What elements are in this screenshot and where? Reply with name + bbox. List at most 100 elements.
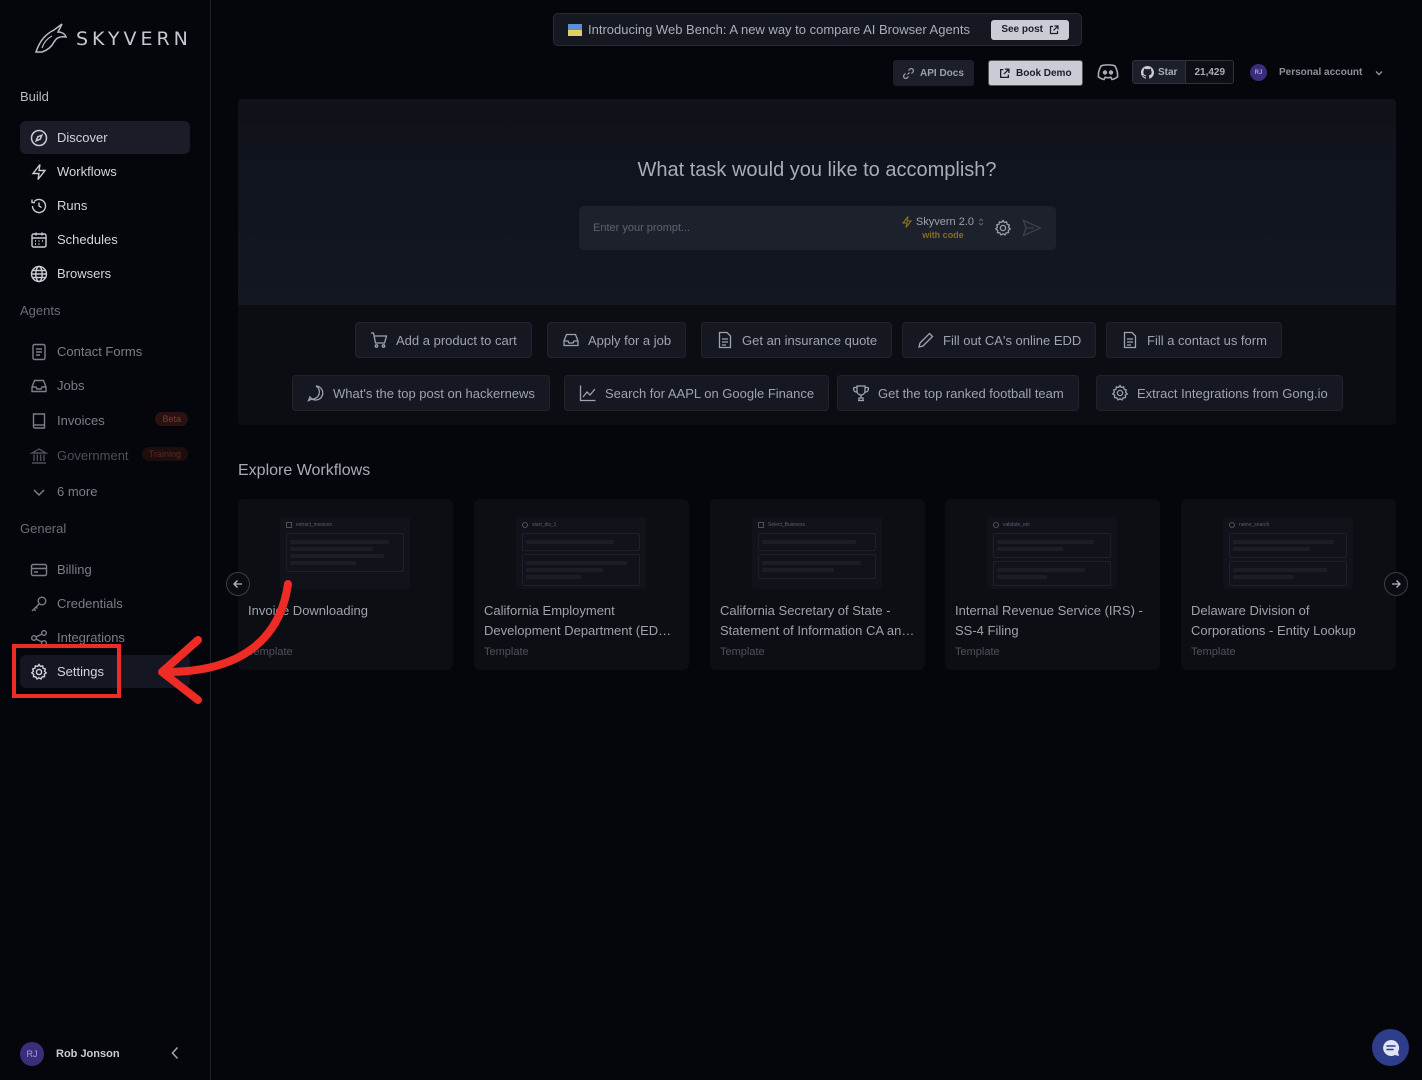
chat-support-button[interactable] [1372,1029,1409,1066]
carousel-next-button[interactable] [1384,572,1408,596]
sidebar-item-schedules[interactable]: Schedules [20,223,190,256]
workflow-card-irs[interactable]: validate_ein Internal Revenue Service (I… [945,499,1160,670]
chevron-down-icon [1374,68,1384,78]
avatar: RJ [1250,64,1267,81]
history-icon [30,197,48,215]
announcement-banner[interactable]: Introducing Web Bench: A new way to comp… [553,13,1082,46]
sidebar-item-label: Workflows [57,164,117,179]
workflow-card-ca-edd[interactable]: start_dis_1 California Employment Develop… [474,499,689,670]
see-post-label: See post [1001,24,1043,35]
user-name: Rob Jonson [56,1048,120,1060]
workflow-card-invoice[interactable]: extract_invoices Invoice Downloading Tem… [238,499,453,670]
suggestion-football[interactable]: Get the top ranked football team [837,375,1079,411]
suggestion-insurance-quote[interactable]: Get an insurance quote [701,322,893,358]
chevron-left-icon [170,1045,180,1061]
chip-label: Get the top ranked football team [878,385,1064,401]
workflow-type: Template [1191,646,1236,658]
sidebar-item-label: Credentials [57,596,123,611]
suggestion-contact-form[interactable]: Fill a contact us form [1106,322,1282,358]
calendar-icon [30,231,48,249]
model-subtitle: with code [922,230,964,240]
star-count: 21,429 [1185,61,1234,83]
model-name: Skyvern 2.0 [915,216,974,228]
github-star-button[interactable]: Star [1133,61,1186,83]
arrow-left-icon [232,578,244,590]
workflow-thumbnail: validate_ein [987,517,1117,589]
node-icon [522,522,528,528]
workflow-thumbnail: name_search [1223,517,1353,589]
sidebar-item-label: Discover [57,130,108,145]
avatar: RJ [20,1042,44,1066]
chip-label: Add a product to cart [396,332,517,348]
workflow-card-ca-sos[interactable]: Select_Business California Secretary of … [710,499,925,670]
workflow-name-line1: Delaware Division of [1191,603,1310,618]
dragon-logo-icon [32,22,68,56]
workflow-name-line1: Invoice Downloading [248,603,368,618]
sidebar-item-jobs[interactable]: Jobs [20,369,190,402]
suggestion-gong[interactable]: Extract Integrations from Gong.io [1096,375,1343,411]
workflow-type: Template [955,646,1000,658]
chart-icon [579,384,597,402]
sidebar-item-label: Contact Forms [57,344,143,359]
sidebar-item-government[interactable]: Government Training [20,439,190,472]
gear-icon[interactable] [994,219,1012,237]
chip-label: Apply for a job [588,332,672,348]
beta-badge: Beta [155,412,188,426]
collapse-sidebar-button[interactable] [170,1045,180,1061]
star-label: Star [1158,66,1178,78]
see-post-button[interactable]: See post [991,19,1069,40]
thumb-title: name_search [1239,522,1270,528]
suggestion-ca-edd[interactable]: Fill out CA's online EDD [902,322,1097,358]
sidebar-show-more[interactable]: 6 more [20,475,190,508]
link-icon [903,67,914,79]
discord-button[interactable] [1096,62,1120,82]
logo-text: SKYVERN [76,28,192,50]
sidebar-item-contact-forms[interactable]: Contact Forms [20,335,190,368]
book-demo-button[interactable]: Book Demo [988,60,1083,86]
prompt-input[interactable] [593,222,902,234]
sidebar-item-credentials[interactable]: Credentials [20,587,190,620]
sidebar-item-label: Browsers [57,266,112,281]
sidebar-item-browsers[interactable]: Browsers [20,257,190,290]
model-selector[interactable]: Skyvern 2.0 with code [901,216,984,240]
key-icon [30,595,48,613]
logo[interactable]: SKYVERN [32,22,192,56]
sidebar-item-discover[interactable]: Discover [20,121,190,154]
api-docs-button[interactable]: API Docs [893,60,974,86]
suggestion-add-to-cart[interactable]: Add a product to cart [355,322,532,358]
sidebar-item-label: Integrations [57,630,125,645]
account-label: Personal account [1279,67,1363,78]
cart-icon [370,331,388,349]
carousel-prev-button[interactable] [226,572,250,596]
chat-icon [307,384,325,402]
send-icon[interactable] [1022,219,1042,237]
chevron-updown-icon [978,217,984,227]
node-icon [1229,522,1235,528]
settings-highlight-box [12,644,121,698]
sidebar-item-runs[interactable]: Runs [20,189,190,222]
workflow-name-line2: Statement of Information CA and Others [720,623,916,638]
announcement-text: Introducing Web Bench: A new way to comp… [588,22,971,37]
suggestion-apply-job[interactable]: Apply for a job [547,322,687,358]
sidebar-item-invoices[interactable]: Invoices Beta [20,404,190,437]
inbox-icon [30,377,48,395]
building-icon [30,447,48,465]
workflow-card-delaware[interactable]: name_search Delaware Division of Corporat… [1181,499,1396,670]
workflow-thumbnail: extract_invoices [280,517,410,589]
user-profile[interactable]: RJ Rob Jonson [20,1042,190,1066]
sidebar-item-label: Schedules [57,232,118,247]
chip-label: Extract Integrations from Gong.io [1137,385,1328,401]
node-icon [758,522,764,528]
workflow-type: Template [720,646,765,658]
workflow-name-line2: SS-4 Filing [955,623,1019,638]
section-build: Build [20,89,49,104]
form-icon [30,343,48,361]
suggestion-aapl[interactable]: Search for AAPL on Google Finance [564,375,830,411]
sidebar-item-workflows[interactable]: Workflows [20,155,190,188]
account-switcher[interactable]: RJ Personal account [1250,64,1384,81]
workflow-type: Template [484,646,529,658]
suggestion-hackernews[interactable]: What's the top post on hackernews [292,375,550,411]
chip-label: Get an insurance quote [742,332,878,348]
sidebar-item-billing[interactable]: Billing [20,553,190,586]
document-icon [1121,331,1139,349]
